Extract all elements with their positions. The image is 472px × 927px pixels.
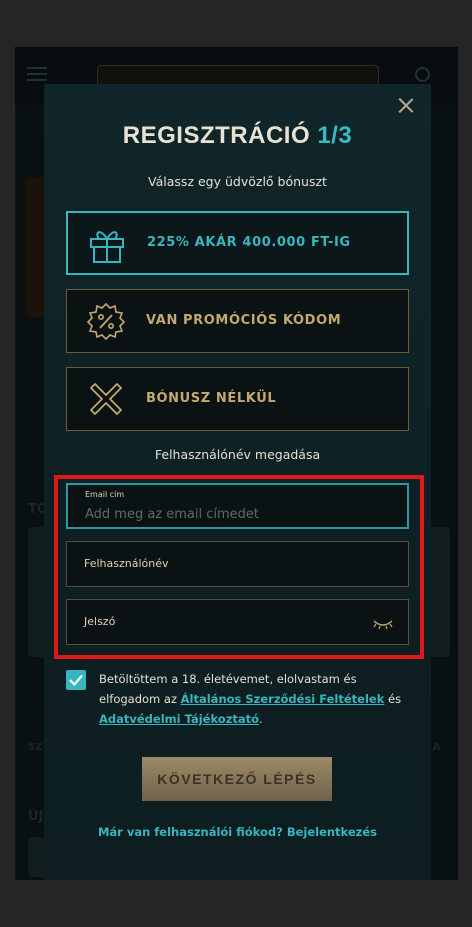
check-icon	[69, 674, 83, 687]
modal-title: REGISZTRÁCIÓ 1/3	[44, 122, 431, 150]
consent-and: és	[388, 692, 402, 706]
bonus-option-welcome[interactable]: 225% AKÁR 400.000 FT-IG	[66, 211, 409, 275]
email-field[interactable]: Email cím	[66, 483, 409, 529]
bonus-option-no-bonus[interactable]: BÓNUSZ NÉLKÜL	[66, 367, 409, 431]
title-text: REGISZTRÁCIÓ	[122, 122, 311, 149]
terms-link[interactable]: Általános Szerződési Feltételek	[181, 692, 385, 706]
bonus-option-promo-code[interactable]: VAN PROMÓCIÓS KÓDOM	[66, 289, 409, 353]
gift-icon	[90, 231, 124, 263]
bonus-label: 225% AKÁR 400.000 FT-IG	[147, 235, 351, 250]
step-indicator: 1/3	[317, 122, 353, 149]
consent-text: Betöltöttem a 18. életévemet, elolvastam…	[99, 669, 409, 729]
consent-checkbox[interactable]	[66, 670, 86, 690]
privacy-link[interactable]: Adatvédelmi Tájékoztató	[99, 712, 259, 726]
username-field[interactable]: Felhasználónév	[66, 541, 409, 587]
login-link[interactable]: Már van felhasználói fiókod? Bejelentkez…	[44, 825, 431, 839]
cross-icon	[90, 383, 122, 415]
bonus-label: BÓNUSZ NÉLKÜL	[146, 391, 277, 406]
percent-badge-icon	[86, 302, 126, 341]
eye-closed-icon[interactable]	[372, 618, 394, 630]
bonus-subtitle: Válassz egy üdvözlő bónuszt	[148, 174, 327, 189]
username-label: Felhasználónév	[84, 557, 169, 570]
email-label: Email cím	[85, 490, 125, 499]
password-field[interactable]: Jelszó	[66, 599, 409, 645]
consent-period: .	[259, 712, 263, 726]
password-label: Jelszó	[84, 615, 116, 628]
close-icon[interactable]	[398, 97, 414, 113]
bonus-label: VAN PROMÓCIÓS KÓDOM	[146, 313, 342, 328]
username-section-label: Felhasználónév megadása	[154, 447, 321, 462]
email-input[interactable]	[85, 505, 385, 523]
registration-modal: REGISZTRÁCIÓ 1/3 Válassz egy üdvözlő bón…	[44, 84, 431, 880]
next-step-button[interactable]: KÖVETKEZŐ LÉPÉS	[142, 757, 332, 801]
